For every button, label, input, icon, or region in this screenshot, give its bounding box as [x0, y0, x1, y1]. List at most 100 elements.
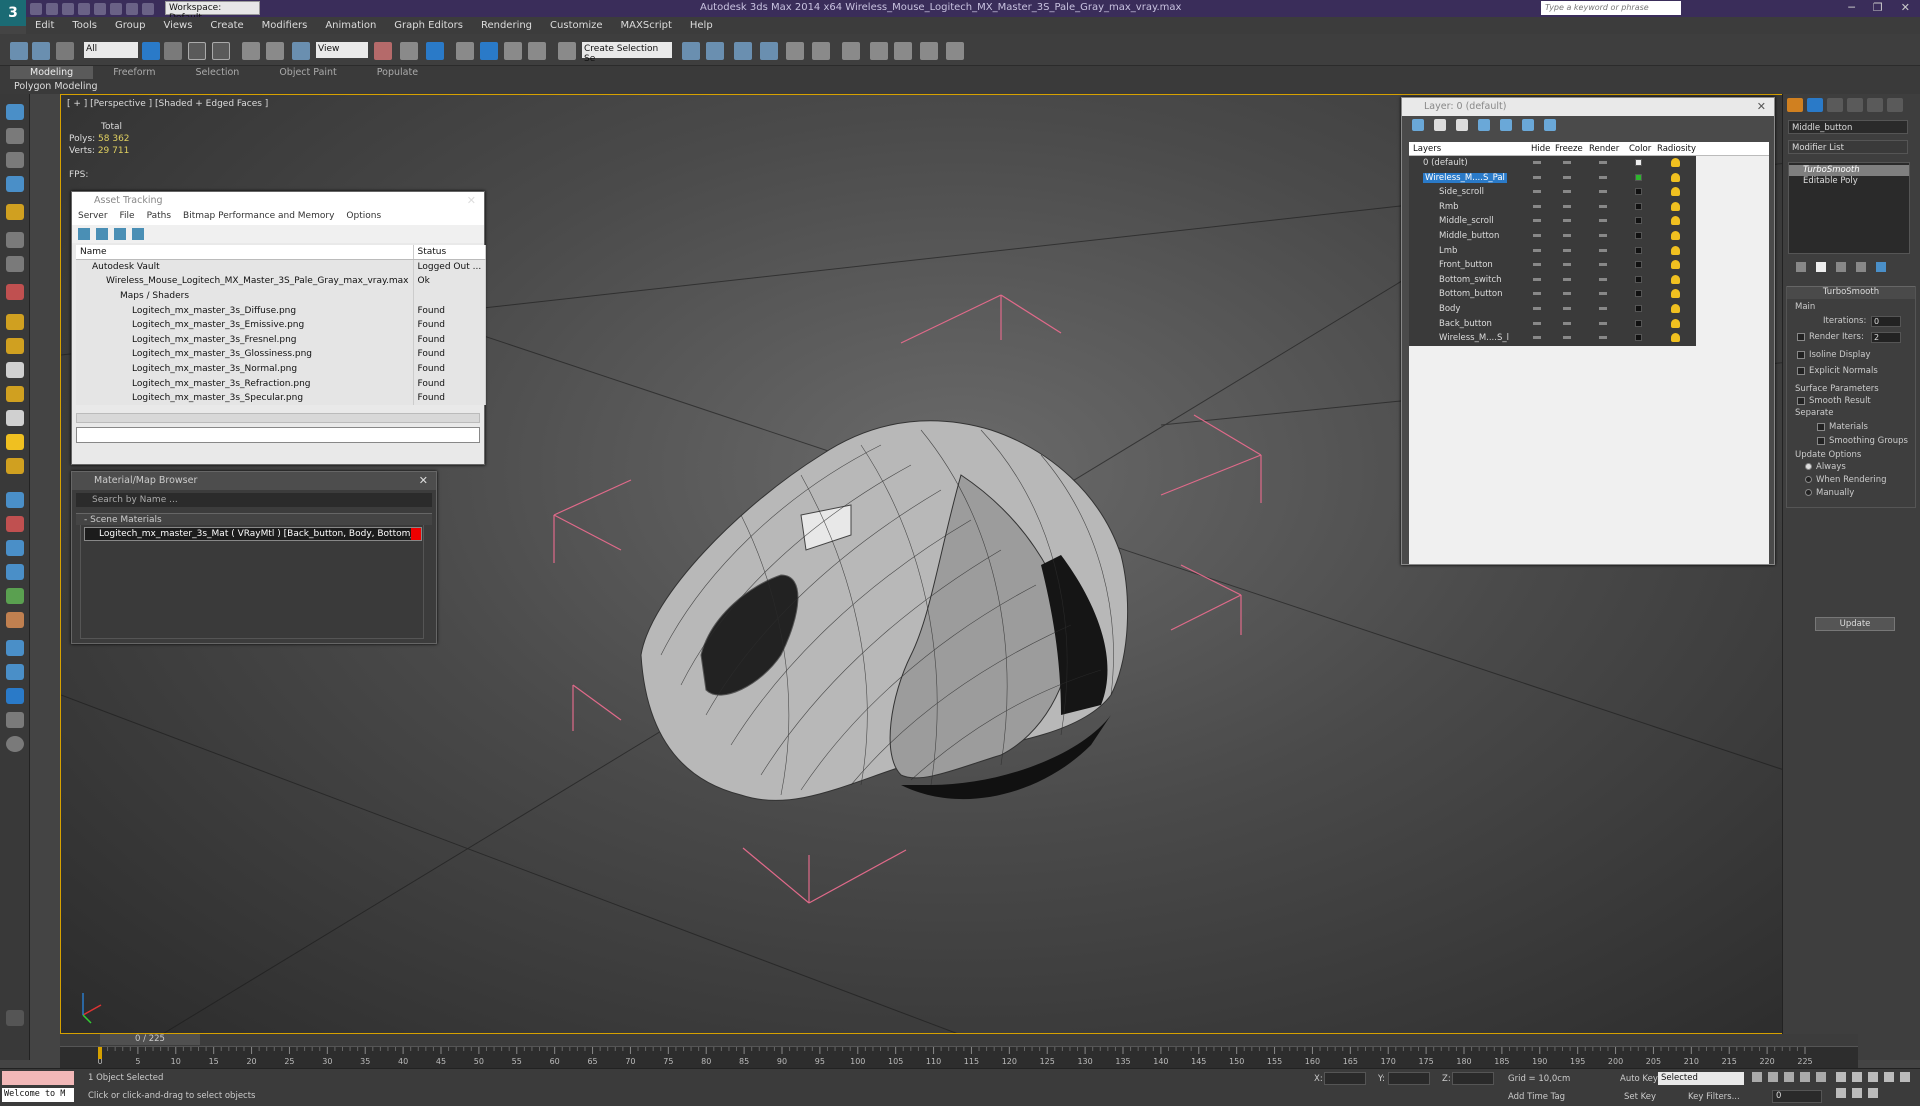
go-to-start-icon[interactable] [1752, 1072, 1762, 1082]
menu-bitmap-performance[interactable]: Bitmap Performance and Memory [183, 211, 334, 224]
layer-explorer-titlebar[interactable]: Layer: 0 (default) ✕ [1402, 98, 1774, 116]
z-coordinate-field[interactable] [1452, 1072, 1494, 1085]
layer-row[interactable]: Wireless_M....S_l [1409, 331, 1696, 346]
add-time-tag[interactable]: Add Time Tag [1508, 1092, 1565, 1102]
play-icon[interactable] [1784, 1072, 1794, 1082]
menu-file[interactable]: File [120, 211, 135, 224]
particle-icon[interactable] [6, 492, 24, 508]
stack-item-turbosmooth[interactable]: TurboSmooth [1789, 165, 1909, 176]
expand-strip-icon[interactable] [6, 1010, 24, 1026]
material-map-icon[interactable] [6, 688, 24, 704]
minimize-icon[interactable]: ─ [1848, 1, 1855, 14]
configure-sets-icon[interactable] [1876, 262, 1886, 272]
column-status[interactable]: Status [413, 245, 487, 260]
y-coordinate-field[interactable] [1388, 1072, 1430, 1085]
link-icon[interactable] [10, 42, 28, 60]
isoline-checkbox[interactable] [1797, 350, 1805, 359]
x-coordinate-field[interactable] [1324, 1072, 1366, 1085]
cone-primitive-icon[interactable] [6, 410, 24, 426]
layer-row[interactable]: Rmb [1409, 200, 1696, 215]
percent-snap-icon[interactable] [504, 42, 522, 60]
menu-server[interactable]: Server [78, 211, 108, 224]
bind-space-warp-icon[interactable] [56, 42, 74, 60]
display-tab-icon[interactable] [1867, 98, 1883, 112]
biped-icon[interactable] [6, 612, 24, 628]
menu-graph-editors[interactable]: Graph Editors [385, 20, 472, 31]
schematic-view-icon[interactable] [812, 42, 830, 60]
help-icon[interactable] [6, 736, 24, 752]
render-iters-spinner[interactable]: 2 [1871, 332, 1901, 343]
layer-row[interactable]: Wireless_M....S_Pal [1409, 171, 1696, 186]
maximize-viewport-icon[interactable] [1868, 1088, 1878, 1098]
highlight-layer-icon[interactable] [1500, 119, 1512, 131]
reactor-icon[interactable] [6, 284, 24, 300]
scale-icon[interactable] [292, 42, 310, 60]
pan-icon[interactable] [1836, 1088, 1846, 1098]
light-icon[interactable] [6, 434, 24, 450]
snapshot-icon[interactable] [6, 256, 24, 272]
create-tab-icon[interactable] [1787, 98, 1803, 112]
table-row[interactable]: Logitech_mx_master_3s_Glossiness.png Foun… [76, 347, 487, 362]
close-icon[interactable]: ✕ [419, 474, 428, 487]
named-selection-sets-dropdown[interactable]: Create Selection Se [582, 42, 672, 64]
spinner-snap-icon[interactable] [528, 42, 546, 60]
render-iterative-icon[interactable] [946, 42, 964, 60]
modifier-list-dropdown[interactable]: Modifier List [1788, 140, 1908, 154]
motion-tab-icon[interactable] [1847, 98, 1863, 112]
time-slider[interactable]: 0 / 225 [60, 1034, 1858, 1046]
mirror-icon[interactable] [682, 42, 700, 60]
fetch-icon[interactable] [126, 2, 138, 15]
smooth-result-checkbox[interactable] [1797, 396, 1805, 405]
material-editor-icon[interactable] [842, 42, 860, 60]
tab-freeform[interactable]: Freeform [93, 66, 175, 79]
open-file-icon[interactable] [46, 2, 58, 15]
object-name-field[interactable]: Middle_button [1788, 120, 1908, 134]
close-icon[interactable]: ✕ [1757, 100, 1766, 113]
key-mode-dropdown[interactable]: Selected [1658, 1072, 1744, 1085]
cylinder-primitive-icon[interactable] [6, 362, 24, 378]
always-radio[interactable] [1805, 463, 1812, 470]
smoothing-groups-checkbox[interactable] [1817, 436, 1825, 445]
next-frame-icon[interactable] [1800, 1072, 1810, 1082]
material-search-input[interactable]: Search by Name ... [76, 493, 432, 507]
modify-tab-icon[interactable] [1807, 98, 1823, 112]
track-bar[interactable]: 0 5 10 15 20 25 30 35 40 45 50 55 60 65 70 75 80 85 90 95 10… [60, 1046, 1858, 1068]
edit-named-selection-icon[interactable] [558, 42, 576, 60]
table-row[interactable]: Logitech_mx_master_3s_Normal.png Found [76, 361, 487, 377]
add-to-layer-icon[interactable] [1456, 119, 1468, 131]
layer-row[interactable]: Bottom_switch [1409, 273, 1696, 288]
maximize-icon[interactable]: ❐ [1873, 1, 1883, 14]
app-logo-icon[interactable]: 3 [0, 0, 26, 26]
menu-views[interactable]: Views [154, 20, 201, 31]
workspace-dropdown[interactable]: Workspace: Default [165, 1, 260, 23]
menu-help[interactable]: Help [681, 20, 722, 31]
transform-toolbox-icon[interactable] [6, 232, 24, 248]
column-name[interactable]: Name [76, 245, 414, 260]
frame-indicator[interactable]: 0 / 225 [100, 1034, 200, 1045]
close-icon[interactable]: ✕ [1901, 1, 1910, 14]
layer-manager-icon[interactable] [734, 42, 752, 60]
field-of-view-icon[interactable] [1900, 1072, 1910, 1082]
align-icon[interactable] [706, 42, 724, 60]
maxscript-input[interactable]: Welcome to M [2, 1088, 74, 1102]
torus-primitive-icon[interactable] [6, 386, 24, 402]
materials-checkbox[interactable] [1817, 422, 1825, 431]
layer-row[interactable]: Back_button [1409, 317, 1696, 332]
zoom-extents-all-icon[interactable] [1884, 1072, 1894, 1082]
menu-modifiers[interactable]: Modifiers [253, 20, 317, 31]
save-file-icon[interactable] [62, 2, 74, 15]
menu-animation[interactable]: Animation [316, 20, 385, 31]
pin-stack-icon[interactable] [1796, 262, 1806, 272]
render-production-icon[interactable] [920, 42, 938, 60]
menu-paths[interactable]: Paths [147, 211, 171, 224]
select-in-layer-icon[interactable] [1478, 119, 1490, 131]
layer-row[interactable]: Body [1409, 302, 1696, 317]
orbit-icon[interactable] [1852, 1088, 1862, 1098]
select-manipulate-icon[interactable] [400, 42, 418, 60]
render-scene-icon[interactable] [6, 640, 24, 656]
tab-selection[interactable]: Selection [176, 66, 260, 79]
selection-filter-dropdown[interactable]: All [84, 42, 138, 58]
select-object-icon[interactable] [142, 42, 160, 60]
rotate-icon[interactable] [266, 42, 284, 60]
layer-row[interactable]: 0 (default) [1409, 156, 1696, 171]
